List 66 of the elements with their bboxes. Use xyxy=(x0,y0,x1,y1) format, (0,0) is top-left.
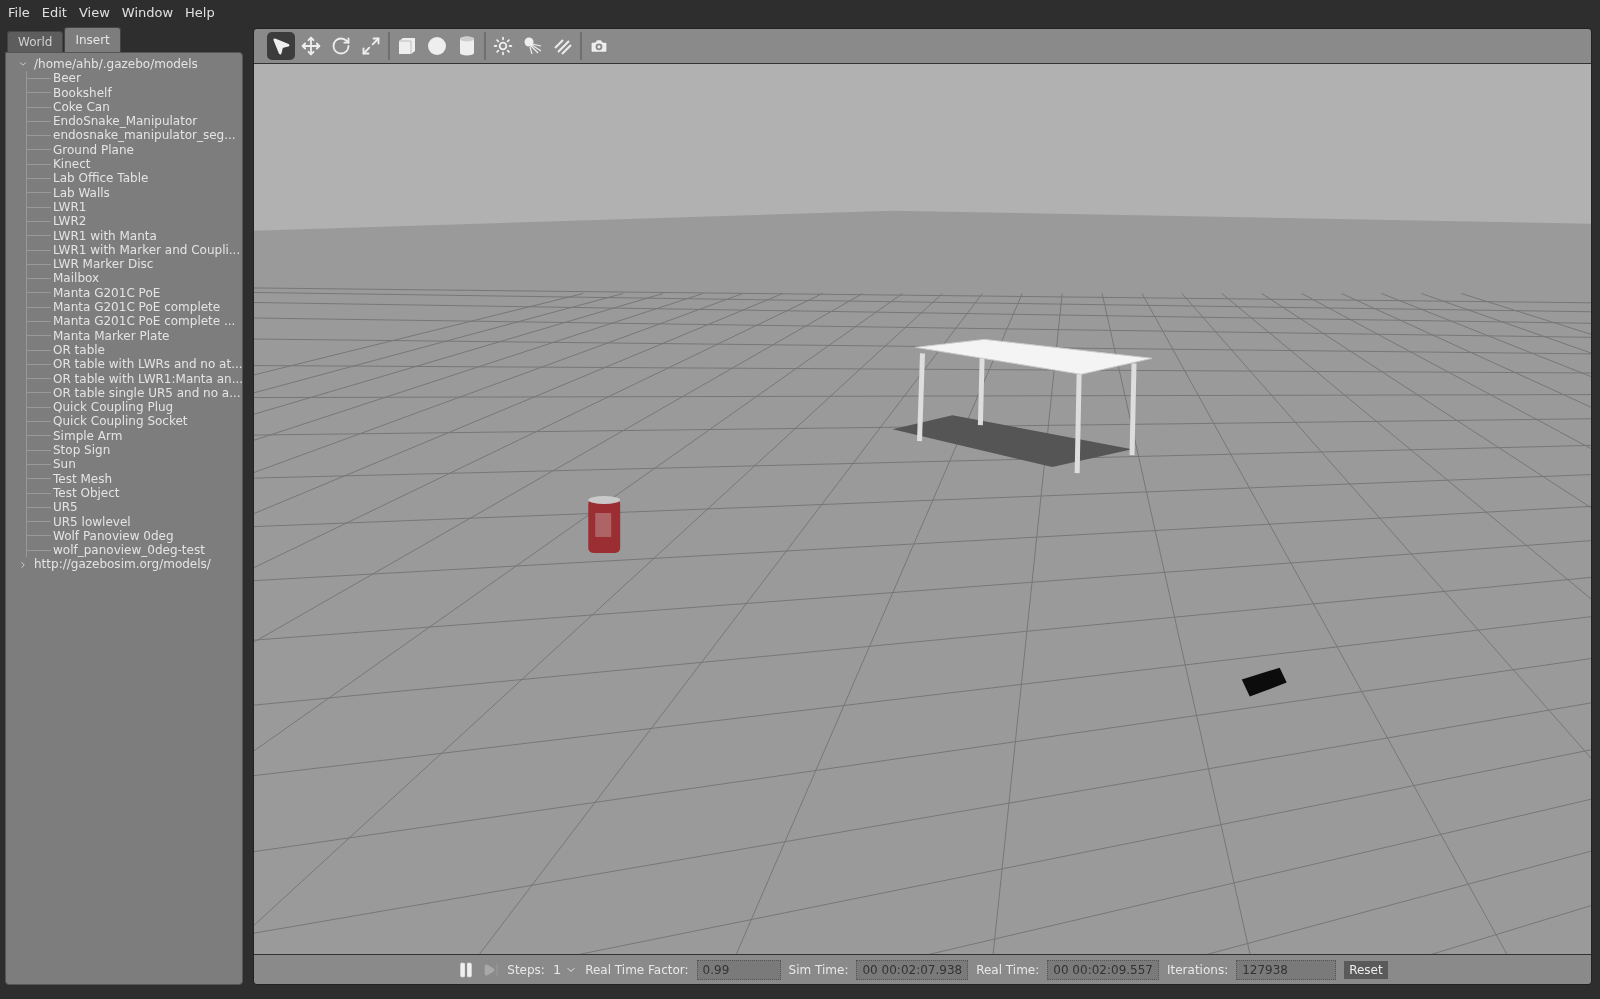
tree-item[interactable]: Ground Plane xyxy=(51,142,134,158)
tree-item[interactable]: Bookshelf xyxy=(51,85,112,100)
tree-item[interactable]: Kinect xyxy=(51,157,91,172)
tree-item[interactable]: LWR1 with Manta xyxy=(51,228,157,243)
tab[interactable]: Insert xyxy=(64,27,121,52)
steps-spinbox[interactable]: 1 xyxy=(552,962,578,977)
spotlight-icon xyxy=(523,36,543,56)
cube-icon xyxy=(397,36,417,56)
tree-item[interactable]: OR table with LWRs and no at... xyxy=(51,357,242,372)
tree-item[interactable]: UR5 lowlevel xyxy=(51,514,131,529)
readout-field: 127938 xyxy=(1236,959,1337,980)
tree-item[interactable]: Sun xyxy=(51,457,76,472)
steps-label: Steps: xyxy=(507,962,545,977)
readout-field: 0.99 xyxy=(696,959,781,980)
tree-item[interactable]: Beer xyxy=(51,71,81,86)
menu-item[interactable]: Window xyxy=(117,2,178,22)
tab[interactable]: World xyxy=(7,31,64,52)
menu-item[interactable]: Edit xyxy=(37,2,71,22)
tree-item[interactable]: wolf_panoview_0deg-test xyxy=(51,543,205,558)
scale-icon xyxy=(361,36,381,56)
tree-item[interactable]: Wolf Panoview 0deg xyxy=(51,528,174,544)
readout-field: 00 00:02:09.557 xyxy=(1047,959,1159,980)
tree-item[interactable]: OR table with LWR1:Manta an... xyxy=(51,371,242,386)
reset-button[interactable]: Reset xyxy=(1344,960,1388,979)
field-label: Sim Time: xyxy=(788,962,849,977)
tree-item[interactable]: Lab Walls xyxy=(51,185,110,200)
tree-item[interactable]: OR table xyxy=(51,342,105,358)
tree-item[interactable]: Manta G201C PoE complete ... xyxy=(51,314,236,329)
tree-item[interactable]: Manta Marker Plate xyxy=(51,328,170,343)
menu-item[interactable]: File xyxy=(4,2,34,22)
field-label: Real Time Factor: xyxy=(585,962,689,977)
readout-field: 00 00:02:07.938 xyxy=(856,959,969,980)
arrow-pointer-icon xyxy=(271,36,291,56)
tree-item[interactable]: Coke Can xyxy=(51,99,110,115)
tree-item[interactable]: OR table single UR5 and no a... xyxy=(51,385,241,401)
tree-item[interactable]: endosnake_manipulator_seg... xyxy=(51,128,236,143)
tree-item[interactable]: Quick Coupling Plug xyxy=(51,400,174,415)
tree-item[interactable]: Test Object xyxy=(51,485,120,501)
chevron-right-icon[interactable] xyxy=(18,559,28,570)
tree-item[interactable]: Manta G201C PoE xyxy=(51,285,161,301)
tree-item[interactable]: EndoSnake_Manipulator xyxy=(51,114,198,129)
tree-item[interactable]: Simple Arm xyxy=(51,428,123,443)
sphere-icon xyxy=(427,36,447,56)
tree-item[interactable]: LWR1 xyxy=(51,199,87,215)
rotate-icon xyxy=(331,36,351,56)
tree-item[interactable]: Manta G201C PoE complete xyxy=(51,300,221,315)
tree-item[interactable]: LWR1 with Marker and Coupli... xyxy=(51,242,241,258)
tree-item[interactable]: Mailbox xyxy=(51,271,100,286)
field-label: Real Time: xyxy=(976,962,1040,977)
menu-item[interactable]: View xyxy=(74,2,114,22)
tree-item[interactable]: Stop Sign xyxy=(51,443,111,458)
tree-item[interactable]: LWR2 xyxy=(51,214,87,229)
parallel-lines-icon xyxy=(553,36,573,56)
cylinder-icon xyxy=(459,36,475,56)
tree-item[interactable]: Quick Coupling Socket xyxy=(51,414,188,429)
tree-item[interactable]: Lab Office Table xyxy=(51,171,149,186)
tree-item[interactable]: UR5 xyxy=(51,500,78,515)
tree-item[interactable]: Test Mesh xyxy=(51,471,113,486)
sun-icon xyxy=(493,36,513,56)
field-label: Iterations: xyxy=(1167,962,1229,977)
move-arrows-icon xyxy=(301,36,321,56)
tree-item[interactable]: /home/ahb/.gazebo/models xyxy=(32,57,198,72)
tool-button[interactable] xyxy=(267,32,295,60)
tree-item[interactable]: LWR Marker Disc xyxy=(51,257,154,272)
tree-item[interactable]: http://gazebosim.org/models/ xyxy=(32,557,211,572)
menu-item[interactable]: Help xyxy=(181,2,219,22)
